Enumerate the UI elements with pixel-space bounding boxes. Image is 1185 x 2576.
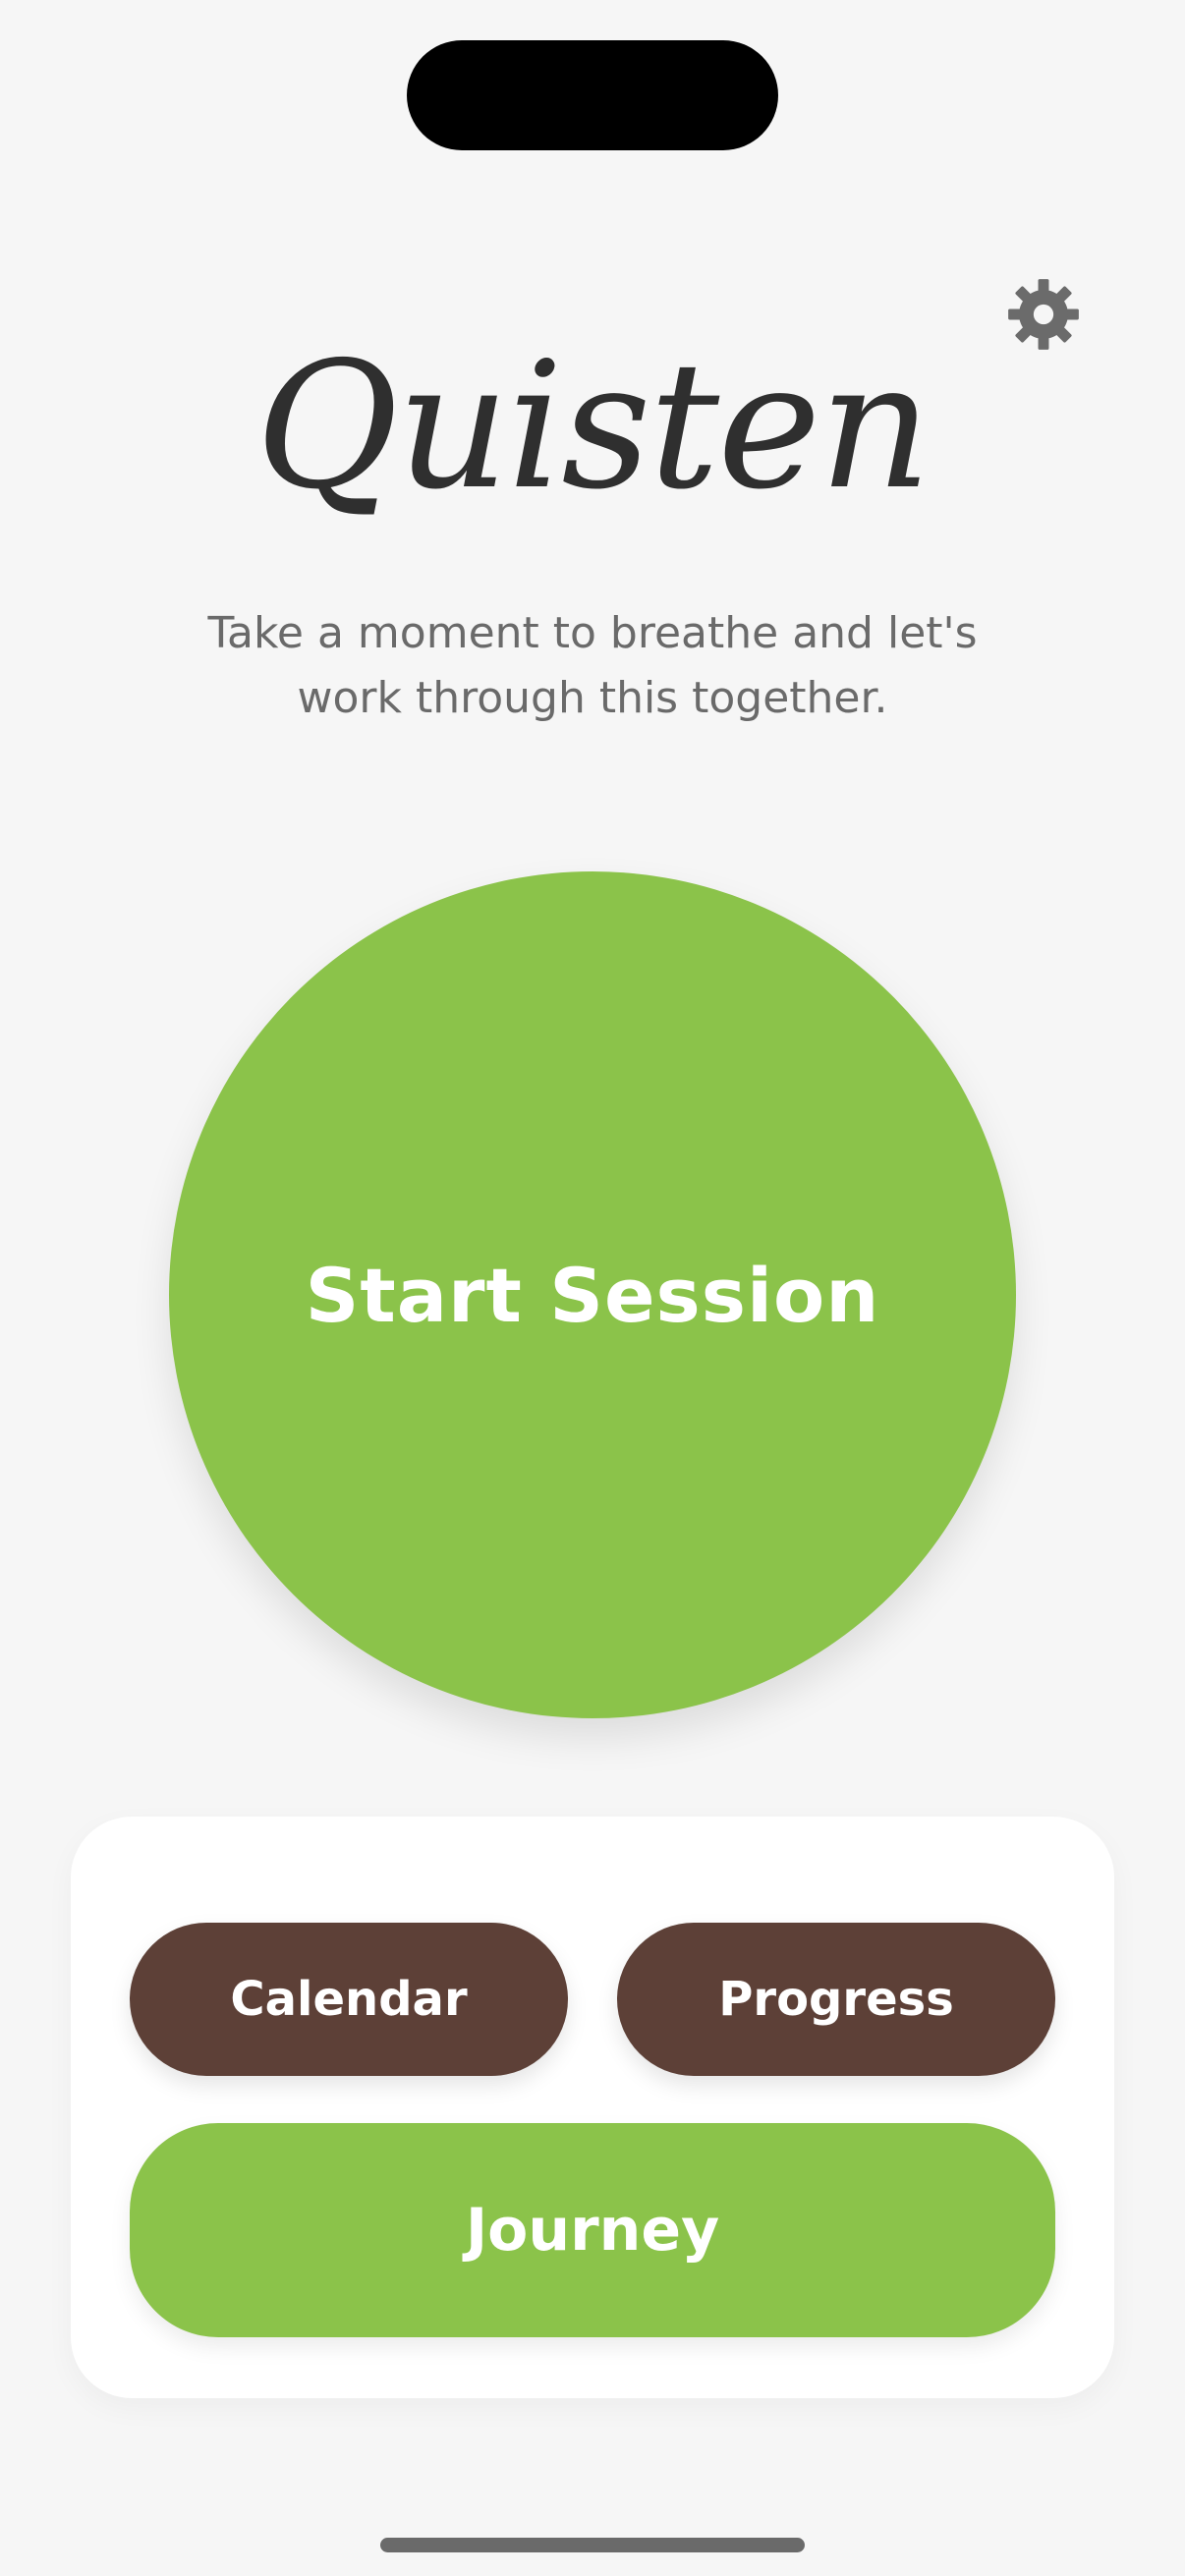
journey-button[interactable]: Journey: [130, 2123, 1055, 2337]
navigation-card: Calendar Progress Journey: [71, 1817, 1114, 2398]
app-title: Quisten: [254, 324, 931, 528]
progress-button[interactable]: Progress: [617, 1923, 1055, 2076]
start-session-label: Start Session: [305, 1251, 880, 1339]
calendar-button[interactable]: Calendar: [130, 1923, 568, 2076]
home-indicator[interactable]: [380, 2538, 805, 2552]
home-screen: Quisten Take a moment to breathe and let…: [0, 0, 1185, 2576]
dynamic-island: [407, 40, 778, 150]
subtitle: Take a moment to breathe and let's work …: [207, 608, 978, 723]
start-session-button[interactable]: Start Session: [169, 871, 1016, 1718]
